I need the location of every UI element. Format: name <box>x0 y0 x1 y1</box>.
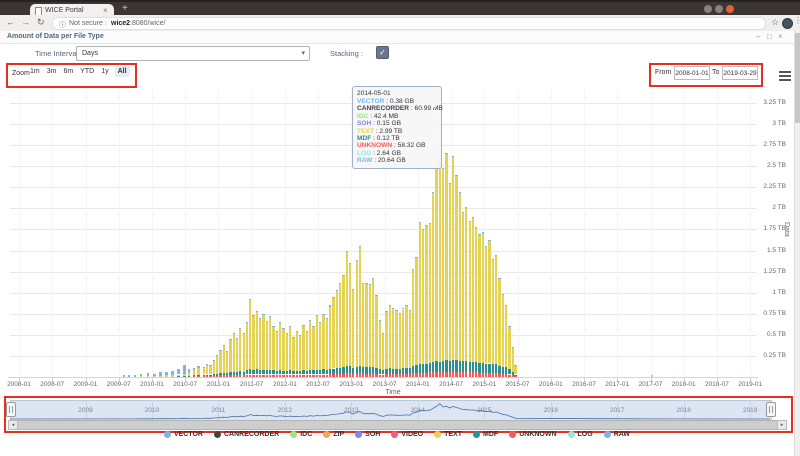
legend-dot-icon <box>568 431 575 438</box>
navigator-left-handle[interactable] <box>6 402 16 417</box>
tooltip-row: TEXT : 2.99 TB <box>357 128 437 135</box>
legend-item-soh[interactable]: SOH <box>355 431 380 438</box>
legend-dot-icon <box>355 431 362 438</box>
legend-item-vector[interactable]: VECTOR <box>164 431 203 438</box>
browser-window: WICE Portal × + ← → ↻ ⓘ Not secure | wic… <box>0 0 800 456</box>
tooltip-date: 2014-05-01 <box>357 90 437 97</box>
legend-dot-icon <box>604 431 611 438</box>
legend-label: VIDEO <box>401 431 423 438</box>
chart-tooltip: 2014-05-01 VECTOR : 0.38 GBCANRECORDER :… <box>352 86 442 169</box>
legend-label: RAW <box>614 431 630 438</box>
legend-item-unknown[interactable]: UNKNOWN <box>509 431 556 438</box>
tooltip-row: VECTOR : 0.38 GB <box>357 98 437 105</box>
legend-item-text[interactable]: TEXT <box>434 431 462 438</box>
legend-label: ZIP <box>333 431 344 438</box>
legend-item-raw[interactable]: RAW <box>604 431 630 438</box>
legend-label: VECTOR <box>174 431 203 438</box>
legend-label: IDC <box>300 431 312 438</box>
legend-item-video[interactable]: VIDEO <box>391 431 423 438</box>
tooltip-row: LOG : 2.64 GB <box>357 150 437 157</box>
legend-label: UNKNOWN <box>519 431 556 438</box>
tooltip-row: IDC : 42.4 MB <box>357 113 437 120</box>
legend-dot-icon <box>391 431 398 438</box>
scrollbar-right-arrow[interactable]: ▸ <box>777 420 787 430</box>
legend-dot-icon <box>509 431 516 438</box>
legend-dot-icon <box>164 431 171 438</box>
legend-item-idc[interactable]: IDC <box>290 431 312 438</box>
navigator-right-handle[interactable] <box>766 402 776 417</box>
legend-label: LOG <box>578 431 593 438</box>
tooltip-row: CANRECORDER : 60.99 MB <box>357 105 437 112</box>
legend-dot-icon <box>434 431 441 438</box>
tooltip-row: UNKNOWN : 58.32 GB <box>357 142 437 149</box>
tooltip-rows: VECTOR : 0.38 GBCANRECORDER : 60.99 MBID… <box>357 98 437 165</box>
legend-item-canrecorder[interactable]: CANRECORDER <box>214 431 279 438</box>
legend-dot-icon <box>214 431 221 438</box>
legend-label: TEXT <box>444 431 462 438</box>
scrollbar-left-arrow[interactable]: ◂ <box>8 420 18 430</box>
legend-label: CANRECORDER <box>224 431 279 438</box>
tooltip-row: RAW : 20.64 GB <box>357 157 437 164</box>
navigator-series-line <box>0 0 800 456</box>
legend-item-log[interactable]: LOG <box>568 431 593 438</box>
navigator-scrollbar-thumb[interactable] <box>16 420 779 430</box>
tooltip-arrow-fill <box>431 102 436 110</box>
legend-item-zip[interactable]: ZIP <box>323 431 344 438</box>
legend-dot-icon <box>290 431 297 438</box>
legend-label: SOH <box>365 431 380 438</box>
legend-dot-icon <box>323 431 330 438</box>
chart-legend: VECTOR CANRECORDER IDC ZIP SOH VIDEO TEXT MDF UN… <box>0 431 794 438</box>
legend-dot-icon <box>473 431 480 438</box>
tooltip-row: SOH : 0.15 GB <box>357 120 437 127</box>
legend-item-mdf[interactable]: MDF <box>473 431 498 438</box>
tooltip-row: MDF : 0.12 TB <box>357 135 437 142</box>
legend-label: MDF <box>483 431 498 438</box>
